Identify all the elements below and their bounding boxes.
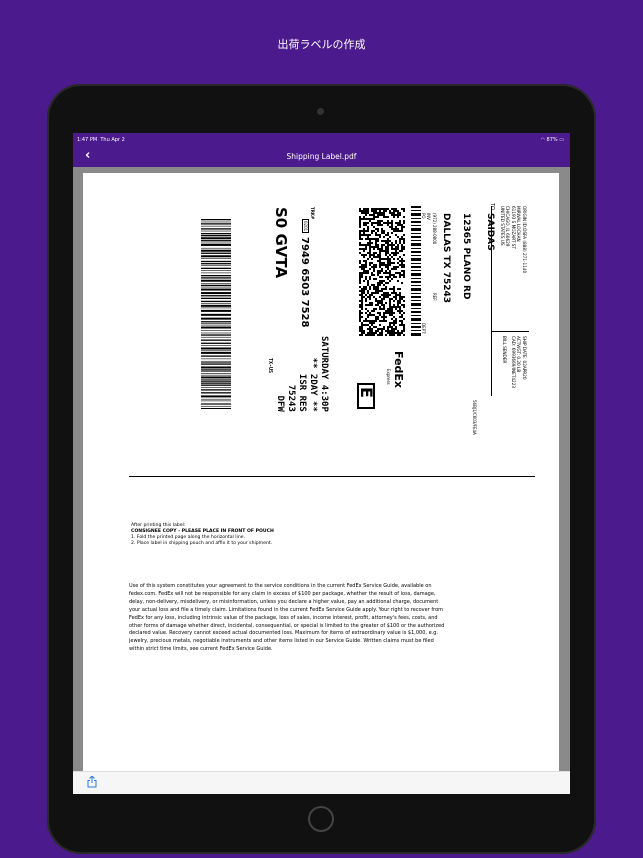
instructions: After printing this label: CONSIGNEE COP… — [131, 523, 274, 547]
bill-sender: BILL SENDER — [502, 336, 507, 364]
ipad-frame: 1:47 PM Thu Apr 2 ◠ 87% ▭ ‹ Shipping Lab… — [47, 84, 596, 854]
wifi-icon: ◠ — [540, 137, 545, 143]
terms-line: jewelry, precious metals, negotiable ins… — [129, 638, 434, 645]
fold-line — [129, 476, 535, 477]
service-details: SATURDAY 4:30P ** 2DAY ** ISR RES 75243 … — [274, 336, 329, 412]
terms-line: other forms of damage whether direct, in… — [129, 622, 445, 629]
small-barcode — [411, 206, 421, 336]
inv-label: INV — [426, 213, 431, 220]
service-e-box: E — [357, 383, 376, 409]
terms-line: fedex.com. FedEx will not be responsible… — [129, 590, 436, 597]
actual-weight: ACTWGT: 0.20 LB — [516, 336, 522, 373]
tracking-number: 7949 6503 7528 — [299, 237, 310, 328]
fedex-express-text: Express — [386, 369, 391, 385]
sender-city: CHICAGO, IL 60629 — [505, 206, 511, 247]
fedex-logo: FedEx — [392, 351, 405, 389]
terms-line: within strict time limits, see current F… — [129, 646, 273, 653]
isr-res: ISR RES — [297, 373, 307, 412]
po-label: PO — [421, 213, 426, 219]
service-type: ** 2DAY ** — [308, 357, 318, 412]
share-icon[interactable] — [87, 776, 97, 788]
origin-line: ORIGIN ID:DSFA (888) 271-1140 — [522, 206, 527, 274]
screen: 1:47 PM Thu Apr 2 ◠ 87% ▭ ‹ Shipping Lab… — [73, 133, 570, 794]
dept-label: DEPT: — [421, 323, 426, 335]
sender-street: 61193 S MOZART ST — [511, 206, 516, 249]
zip-code: 75243 — [286, 384, 296, 412]
service-day: SATURDAY 4:30P — [319, 336, 329, 412]
trk-label: TRK# — [310, 207, 315, 220]
terms-line: delay, non-delivery, misdelivery, or mis… — [129, 598, 439, 605]
terms-line: FedEx for any loss, including intrinsic … — [129, 614, 438, 621]
store-caption: 出荷ラベルの作成 — [277, 38, 366, 51]
status-time: 1:47 PM — [77, 137, 98, 143]
pdf-page[interactable]: ORIGIN ID:DSFA (888) 271-1140 MIRWAL LOC… — [83, 173, 559, 781]
cad-number: CAD: 6993669/INET4223 — [511, 336, 516, 389]
maxicode-barcode — [359, 208, 405, 336]
battery-icon: ▭ — [559, 137, 564, 143]
status-bar: 1:47 PM Thu Apr 2 ◠ 87% ▭ — [73, 133, 570, 146]
to-prefix: TO — [489, 203, 495, 210]
state-code: TX-US — [267, 358, 273, 374]
sender-block: ORIGIN ID:DSFA (888) 271-1140 MIRWAL LOC… — [500, 206, 527, 274]
terms-paragraph: Use of this system constitutes your agre… — [129, 583, 479, 654]
status-date: Thu Apr 2 — [100, 137, 125, 143]
camera — [317, 108, 324, 115]
recipient-street: 12365 PLANO RD — [461, 213, 471, 300]
terms-line: your actual loss and file a timely claim… — [129, 606, 443, 613]
terms-line: Use of this system constitutes your agre… — [129, 583, 432, 589]
label-divider — [491, 331, 529, 332]
battery-percent: 87% — [546, 137, 558, 143]
airport-code: DFW — [275, 395, 285, 412]
route-code: S0 GVTA — [272, 207, 290, 279]
recipient-phone: (972) 288-0800 — [432, 213, 437, 245]
home-button[interactable] — [308, 806, 334, 832]
terms-line: declared value. Recovery cannot exceed a… — [129, 630, 438, 637]
ship-date: SHIP DATE: 02APR20 — [522, 336, 527, 380]
ref-label: REF: — [432, 293, 437, 302]
page-title: Shipping Label.pdf — [286, 152, 357, 161]
bottom-toolbar — [73, 771, 570, 794]
trk-code: 0201 — [302, 219, 309, 234]
recipient-name: SAIDAS — [485, 213, 495, 251]
service-e: E — [357, 387, 376, 398]
sender-country: UNITED STATES US — [500, 206, 505, 246]
nav-bar: ‹ Shipping Label.pdf — [73, 146, 570, 167]
instruction-line: 2. Place label in shipping pouch and aff… — [131, 541, 273, 546]
recipient-city: DALLAS TX 75243 — [441, 213, 451, 304]
tracking-barcode — [201, 219, 231, 409]
ref-code: 56BJ1/C603/FE4A — [472, 400, 477, 435]
ship-info: SHIP DATE: 02APR20 ACTWGT: 0.20 LB CAD: … — [511, 336, 527, 389]
